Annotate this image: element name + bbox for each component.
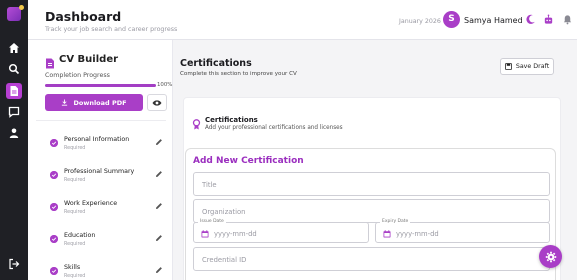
issue-date-placeholder: yyyy-mm-dd (214, 230, 257, 238)
settings-fab-button[interactable] (539, 245, 562, 268)
section-subtitle: Complete this section to improve your CV (180, 71, 297, 77)
chat-icon[interactable] (8, 106, 20, 118)
save-icon (504, 63, 512, 70)
edit-pencil-icon[interactable] (155, 266, 163, 274)
edit-pencil-icon[interactable] (155, 170, 163, 178)
cv-builder-sidebar: CV Builder Completion Progress 100% Down… (28, 40, 173, 280)
section-status: Required (64, 210, 86, 215)
save-draft-label: Save Draft (515, 63, 550, 70)
sidebar-section-item[interactable]: Skills Required (50, 262, 166, 280)
expiry-date-label: Expiry Date (380, 219, 411, 224)
check-circle-icon (50, 139, 58, 147)
download-pdf-button[interactable]: Download PDF (45, 94, 143, 111)
issue-date-field[interactable]: Issue Date yyyy-mm-dd (193, 219, 369, 243)
document-icon[interactable] (6, 83, 22, 99)
card-title: Certifications (205, 116, 258, 124)
download-icon (62, 99, 68, 106)
sidebar-section-item[interactable]: Personal Information Required (50, 134, 166, 158)
avatar[interactable]: S (443, 11, 460, 28)
title-field[interactable]: Title (193, 172, 550, 196)
left-rail (0, 0, 28, 280)
progress-bar (45, 84, 156, 87)
section-status: Required (64, 178, 86, 183)
section-name: Work Experience (64, 200, 118, 207)
form-title: Add New Certification (193, 156, 304, 166)
download-pdf-label: Download PDF (73, 98, 127, 107)
robot-icon[interactable] (543, 14, 554, 25)
top-header: Dashboard Track your job search and care… (28, 0, 577, 40)
organization-field[interactable]: Organization (193, 199, 550, 223)
sidebar-divider (36, 120, 166, 121)
preview-button[interactable] (147, 94, 167, 111)
check-circle-icon (50, 203, 58, 211)
certificate-icon (192, 119, 201, 130)
credential-id-placeholder: Credential ID (202, 256, 247, 264)
check-circle-icon (50, 267, 58, 275)
progress-label: Completion Progress (45, 72, 110, 79)
card-subtitle: Add your professional certifications and… (205, 125, 343, 131)
expiry-date-field[interactable]: Expiry Date yyyy-mm-dd (375, 219, 550, 243)
sidebar-section-item[interactable]: Education Required (50, 230, 166, 254)
section-status: Required (64, 274, 86, 279)
expiry-date-placeholder: yyyy-mm-dd (396, 230, 439, 238)
search-icon[interactable] (8, 63, 20, 75)
sidebar-section-item[interactable]: Professional Summary Required (50, 166, 166, 190)
section-name: Personal Information (64, 136, 130, 143)
check-circle-icon (50, 235, 58, 243)
person-icon[interactable] (8, 127, 20, 139)
sidebar-title: CV Builder (59, 54, 119, 65)
logout-icon[interactable] (8, 258, 20, 270)
edit-pencil-icon[interactable] (155, 234, 163, 242)
logo-icon[interactable] (7, 5, 24, 21)
progress-percent: 100% (157, 82, 173, 88)
calendar-icon (201, 230, 209, 238)
edit-pencil-icon[interactable] (155, 202, 163, 210)
section-name: Professional Summary (64, 168, 135, 175)
calendar-icon (383, 230, 391, 238)
cv-document-icon (45, 54, 55, 69)
section-title: Certifications (180, 58, 252, 69)
section-status: Required (64, 242, 86, 247)
section-name: Education (64, 232, 96, 239)
home-icon[interactable] (8, 42, 20, 54)
page-subtitle: Track your job search and career progres… (45, 26, 178, 33)
bell-icon[interactable] (562, 14, 573, 25)
progress-fill (45, 84, 156, 87)
issue-date-label: Issue Date (198, 219, 226, 224)
credential-id-field[interactable]: Credential ID (193, 247, 550, 271)
user-name[interactable]: Samya Hamed (464, 16, 523, 25)
save-draft-button[interactable]: Save Draft (500, 58, 554, 75)
moon-icon[interactable] (525, 14, 536, 25)
edit-pencil-icon[interactable] (155, 138, 163, 146)
sidebar-section-item[interactable]: Work Experience Required (50, 198, 166, 222)
gear-icon (545, 251, 556, 262)
section-name: Skills (64, 264, 81, 271)
title-placeholder: Title (202, 181, 217, 189)
page-title: Dashboard (45, 9, 122, 24)
organization-placeholder: Organization (202, 208, 246, 216)
section-status: Required (64, 146, 86, 151)
check-circle-icon (50, 171, 58, 179)
current-date: January 2026 (399, 18, 441, 25)
eye-icon (152, 99, 162, 106)
